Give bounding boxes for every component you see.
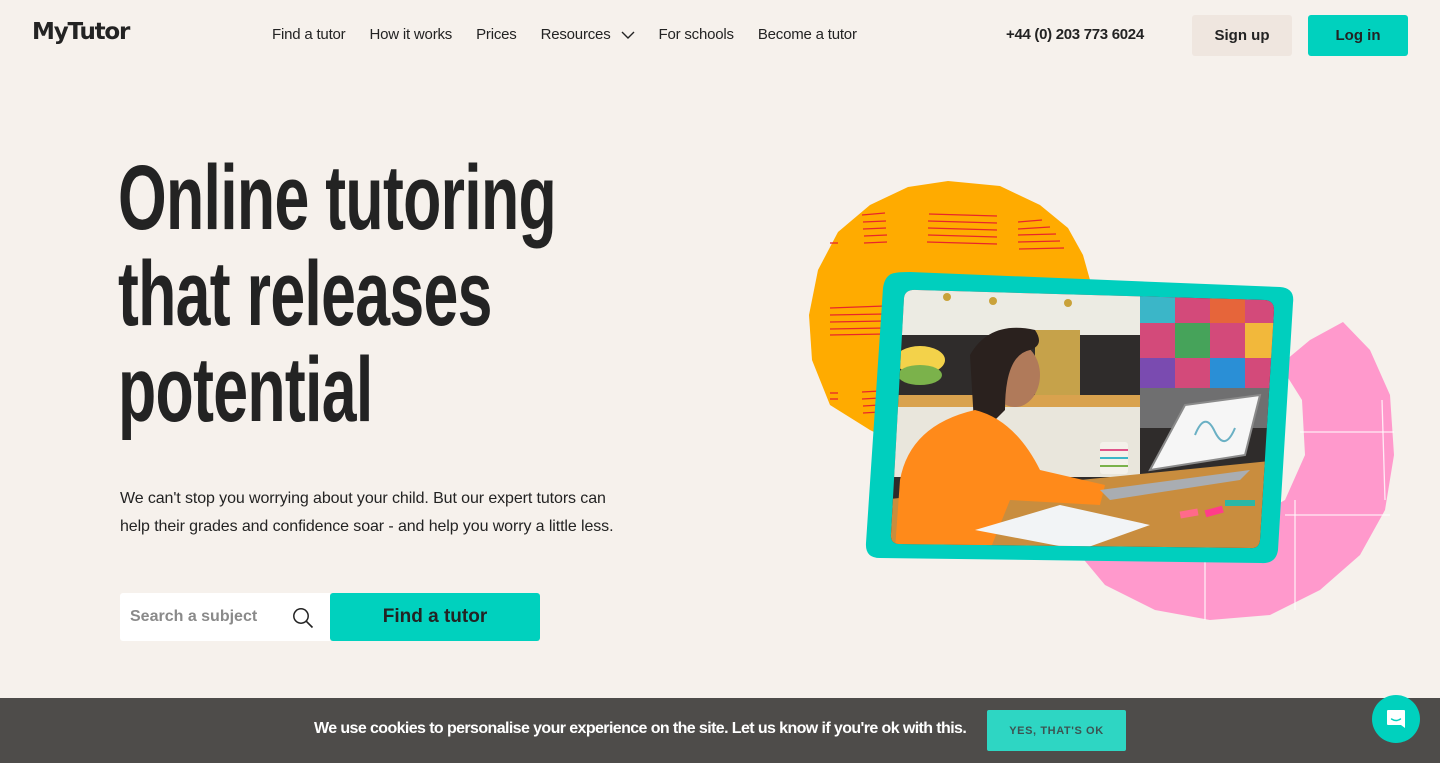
nav-link-find-a-tutor[interactable]: Find a tutor <box>272 26 346 43</box>
nav-link-label: How it works <box>369 26 453 43</box>
nav-link-label: Prices <box>476 26 517 43</box>
chat-bubble-icon <box>1387 710 1405 728</box>
accept-cookies-button[interactable]: YES, THAT'S OK <box>987 710 1126 751</box>
subject-search <box>120 593 330 641</box>
hero-subtitle: We can't stop you worrying about your ch… <box>120 490 614 535</box>
nav-links: Find a tutor How it works Prices Resourc… <box>272 26 881 43</box>
phone-number-link[interactable]: +44 (0) 203 773 6024 <box>1006 26 1144 43</box>
hero-illustration <box>809 181 1394 620</box>
hero-title-line: that releases <box>118 243 492 345</box>
log-in-button[interactable]: Log in <box>1308 15 1408 56</box>
nav-link-label: Become a tutor <box>757 26 857 43</box>
top-navigation: MyTutor Find a tutor How it works Prices… <box>0 0 1440 70</box>
nav-link-label: For schools <box>658 26 735 43</box>
tutoring-photo <box>865 272 1294 564</box>
nav-link-prices[interactable]: Prices <box>476 26 517 43</box>
nav-link-how-it-works[interactable]: How it works <box>369 26 452 43</box>
mytutor-logo[interactable]: MyTutor <box>32 19 130 45</box>
chat-launcher-button[interactable] <box>1372 695 1420 743</box>
chevron-down-icon <box>621 31 634 39</box>
nav-link-for-schools[interactable]: For schools <box>658 26 735 43</box>
nav-link-resources-dropdown[interactable]: Resources <box>541 26 635 43</box>
find-a-tutor-button[interactable]: Find a tutor <box>330 593 540 641</box>
search-icon[interactable] <box>292 607 314 629</box>
nav-link-label: Resources <box>540 26 611 43</box>
nav-link-label: Find a tutor <box>272 26 346 43</box>
hero-title-line: Online tutoring <box>118 147 557 249</box>
nav-link-become-a-tutor[interactable]: Become a tutor <box>758 26 857 43</box>
cookie-message: We use cookies to personalise your exper… <box>314 720 967 737</box>
hero-title: Online tutoring that releases potential <box>118 147 557 441</box>
hero-title-line: potential <box>118 339 373 441</box>
sign-up-button[interactable]: Sign up <box>1192 15 1292 56</box>
cookie-banner: We use cookies to personalise your exper… <box>0 698 1440 763</box>
subject-search-input[interactable] <box>130 593 290 641</box>
